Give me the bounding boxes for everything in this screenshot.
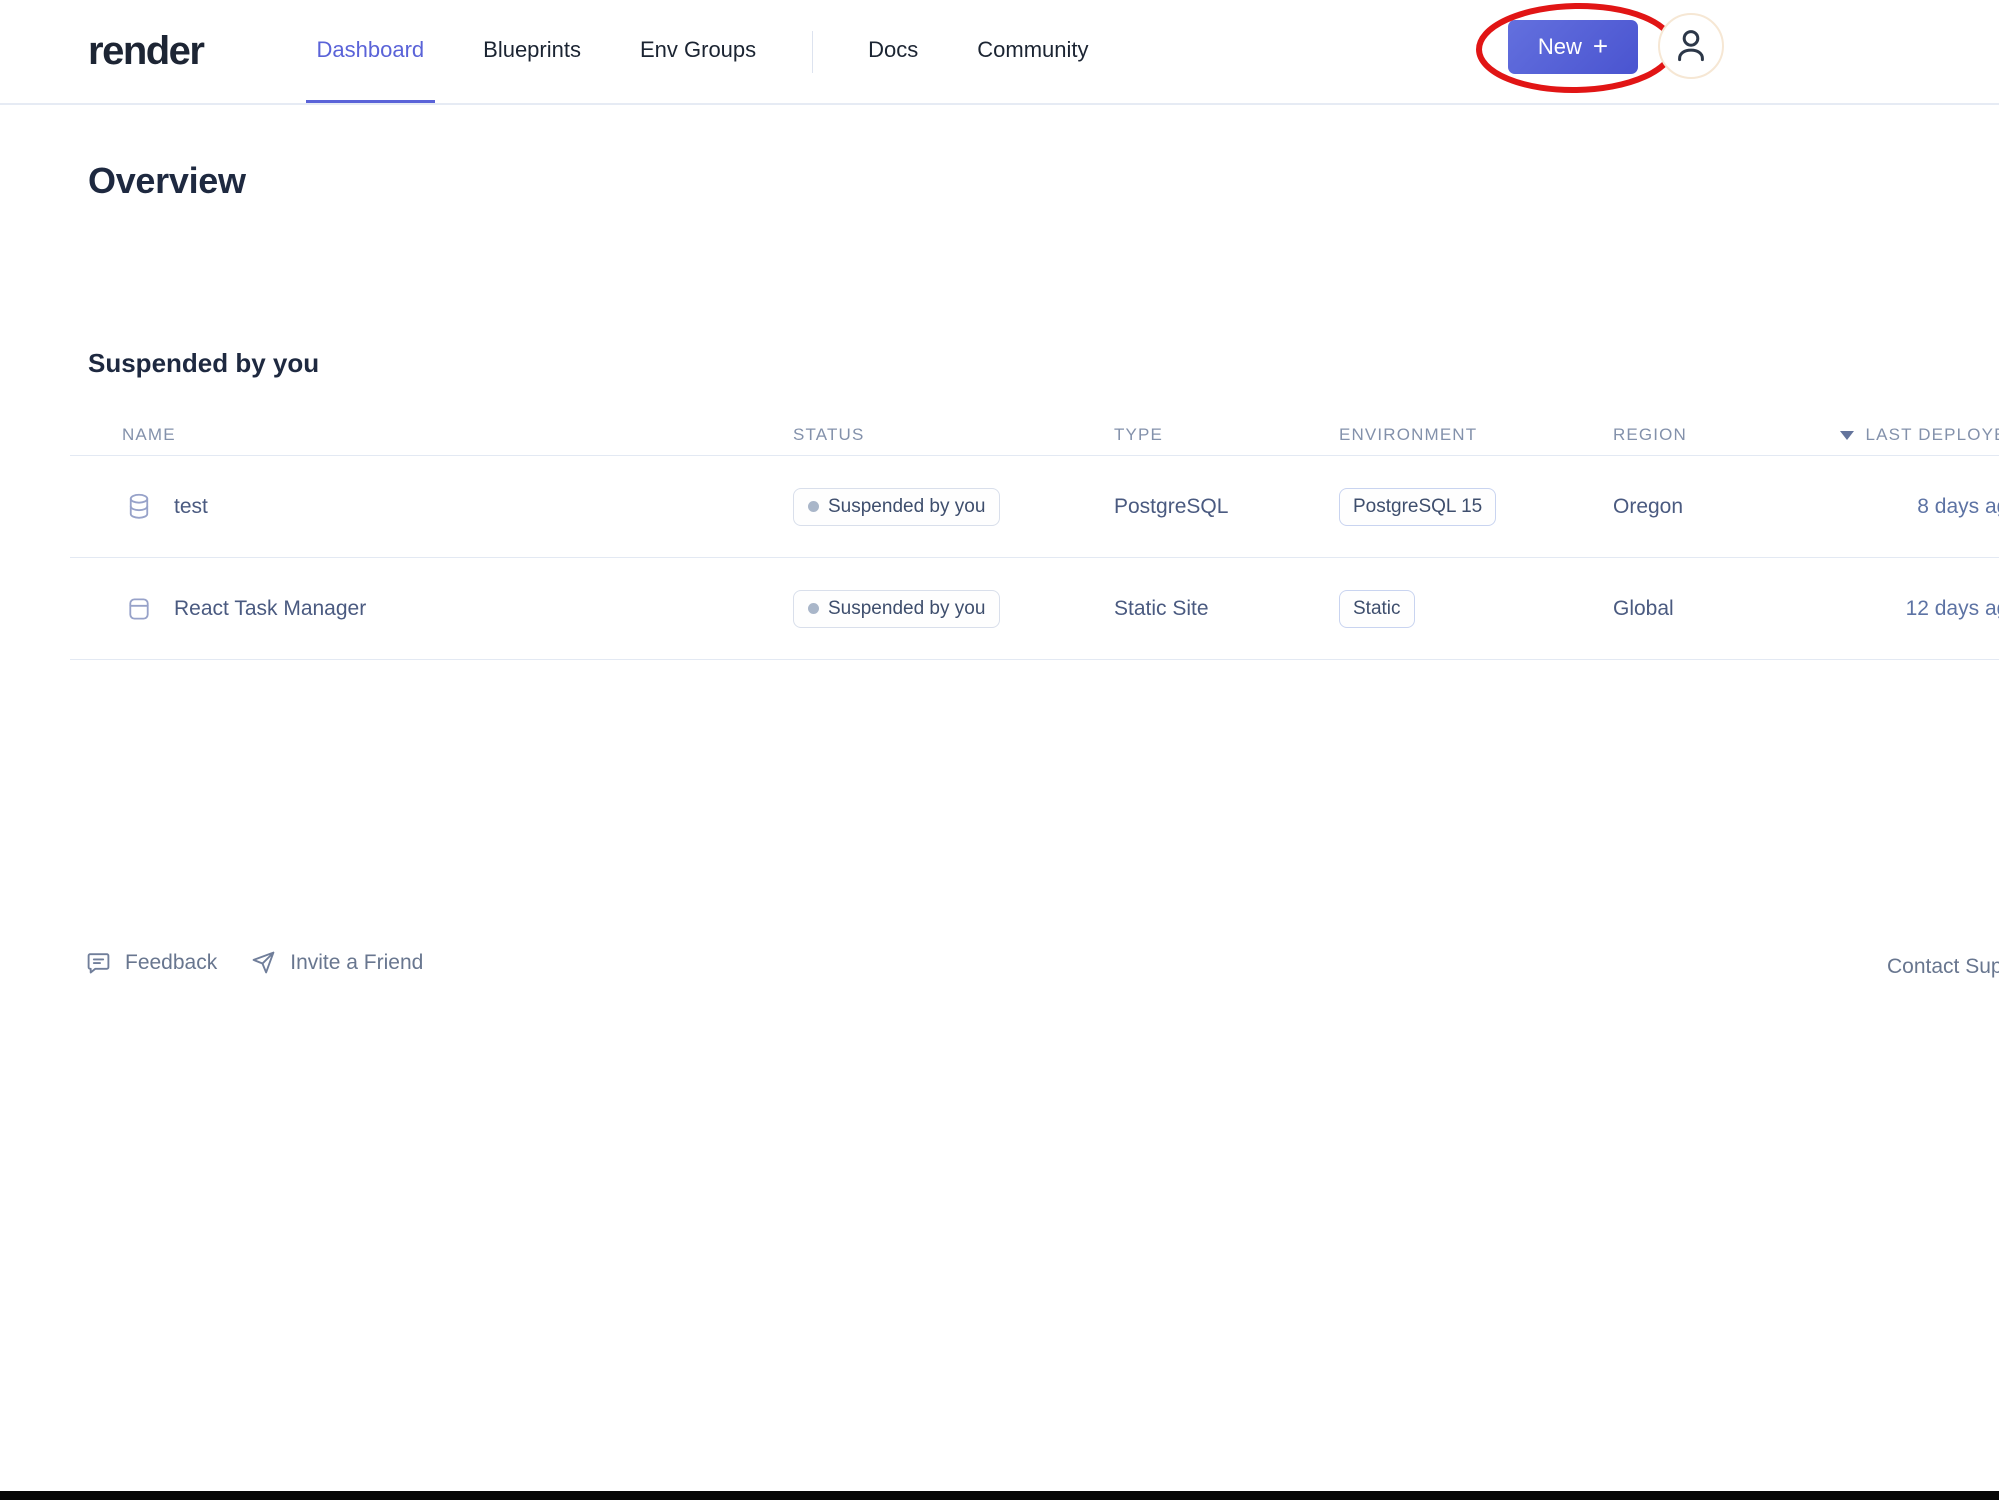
service-type: Static Site [1114, 597, 1339, 621]
table-row[interactable]: test Suspended by you PostgreSQL Postgre… [70, 456, 1999, 558]
account-avatar-button[interactable] [1658, 13, 1724, 79]
table-header-row: NAME STATUS TYPE ENVIRONMENT REGION LAST… [70, 415, 1999, 456]
feedback-link[interactable]: Feedback [86, 950, 217, 975]
service-name[interactable]: React Task Manager [174, 597, 366, 621]
service-type: PostgreSQL [1114, 495, 1339, 519]
render-logo[interactable]: render [88, 29, 204, 74]
column-header-last-deployed[interactable]: LAST DEPLOYED [1848, 425, 1999, 445]
column-header-status: STATUS [793, 425, 1114, 445]
page-title: Overview [88, 160, 246, 202]
nav-dashboard[interactable]: Dashboard [306, 0, 436, 103]
column-header-environment: ENVIRONMENT [1339, 425, 1613, 445]
services-table: NAME STATUS TYPE ENVIRONMENT REGION LAST… [70, 415, 1999, 660]
invite-a-friend-link[interactable]: Invite a Friend [251, 950, 423, 975]
person-icon [1672, 27, 1710, 65]
nav-divider [812, 31, 813, 73]
environment-label: PostgreSQL 15 [1353, 496, 1482, 518]
nav-community[interactable]: Community [966, 0, 1099, 103]
table-row[interactable]: React Task Manager Suspended by you Stat… [70, 558, 1999, 660]
environment-label: Static [1353, 598, 1401, 620]
app-viewport: render Dashboard Blueprints Env Groups D… [0, 0, 1999, 1500]
column-header-region: REGION [1613, 425, 1848, 445]
database-icon [128, 493, 150, 520]
invite-a-friend-label: Invite a Friend [290, 951, 423, 975]
service-region: Oregon [1613, 495, 1848, 519]
status-badge: Suspended by you [793, 488, 1000, 526]
environment-badge: PostgreSQL 15 [1339, 488, 1496, 526]
static-site-icon [128, 597, 150, 621]
status-dot-icon [808, 501, 819, 512]
nav-docs[interactable]: Docs [857, 0, 929, 103]
nav-env-groups[interactable]: Env Groups [629, 0, 767, 103]
column-header-type: TYPE [1114, 425, 1339, 445]
plus-icon: + [1593, 31, 1608, 62]
service-region: Global [1613, 597, 1848, 621]
feedback-label: Feedback [125, 951, 217, 975]
feedback-icon [86, 950, 111, 975]
new-button[interactable]: New + [1508, 20, 1638, 74]
status-dot-icon [808, 603, 819, 614]
service-name[interactable]: test [174, 495, 208, 519]
nav-blueprints[interactable]: Blueprints [472, 0, 592, 103]
column-header-name: NAME [70, 425, 793, 445]
footer-links: Feedback Invite a Friend [86, 950, 423, 975]
sort-descending-icon [1840, 431, 1854, 440]
column-header-last-deployed-label: LAST DEPLOYED [1866, 425, 1999, 445]
status-label: Suspended by you [828, 598, 985, 620]
last-deployed-value: 8 days ago [1848, 495, 1999, 519]
status-badge: Suspended by you [793, 590, 1000, 628]
environment-badge: Static [1339, 590, 1415, 628]
bottom-bar [0, 1491, 1999, 1500]
section-title: Suspended by you [88, 348, 319, 379]
new-button-label: New [1538, 34, 1582, 60]
send-icon [251, 950, 276, 975]
contact-support-link[interactable]: Contact Support [1887, 950, 1999, 984]
status-label: Suspended by you [828, 496, 985, 518]
last-deployed-value: 12 days ago [1848, 597, 1999, 621]
